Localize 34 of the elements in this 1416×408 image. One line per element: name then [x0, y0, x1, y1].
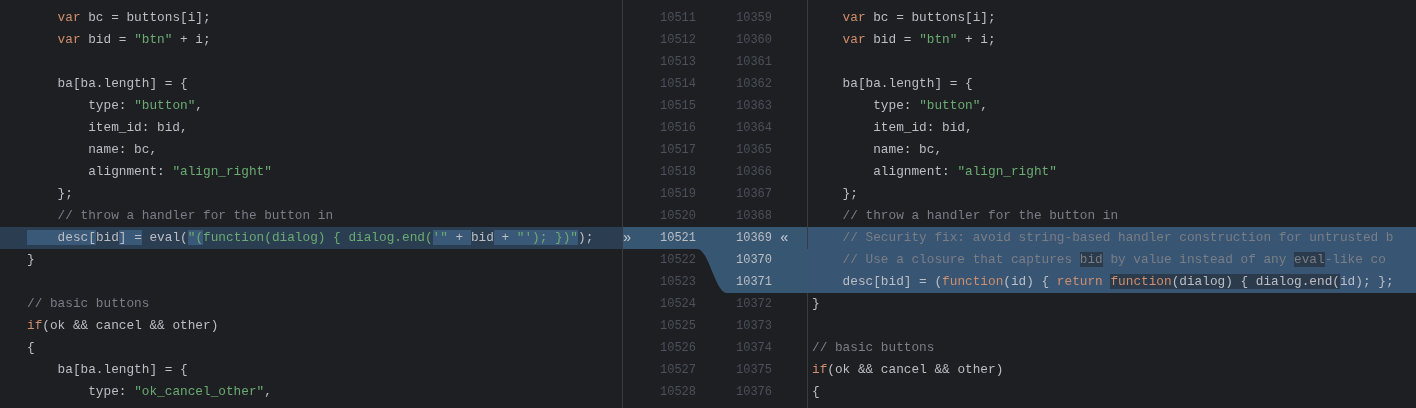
code-line: alignment: "align_right"	[872, 163, 1058, 181]
code-line: ba[ba.length] = {	[56, 75, 189, 93]
code-line: type: "button",	[872, 97, 989, 115]
code-line: name: bc,	[872, 141, 944, 159]
code-line: {	[26, 339, 36, 357]
code-line: };	[56, 185, 74, 203]
apply-right-button[interactable]: «	[780, 230, 789, 246]
code-line: if(ok && cancel && other)	[26, 317, 220, 335]
code-line: // throw a handler for the button in	[56, 207, 335, 225]
code-line: ba[ba.length] = {	[841, 75, 974, 93]
code-line: item_id: bid,	[872, 119, 974, 137]
code-line: ba[ba.length] = {	[56, 361, 189, 379]
code-line: alignment: "align_right"	[87, 163, 273, 181]
code-line: var bc = buttons[i];	[841, 9, 997, 27]
code-line: var bid = "btn" + i;	[841, 31, 997, 49]
code-line: // basic buttons	[811, 339, 936, 357]
code-line: // basic buttons	[26, 295, 151, 313]
line-number: 10369	[736, 231, 773, 245]
code-line: type: "button",	[87, 97, 204, 115]
line-number: 10370	[736, 253, 773, 267]
code-line: }	[811, 295, 821, 313]
apply-left-button[interactable]: »	[623, 230, 636, 246]
code-line: if(ok && cancel && other)	[811, 361, 1005, 379]
line-number: 10371	[736, 275, 773, 289]
code-line: item_id: bid,	[87, 119, 189, 137]
code-line: {	[811, 383, 821, 401]
line-number: 10521	[660, 231, 697, 245]
code-line: };	[841, 185, 859, 203]
code-line: var bid = "btn" + i;	[56, 31, 212, 49]
code-line: // throw a handler for the button in	[841, 207, 1120, 225]
code-line: }	[26, 251, 36, 269]
code-line: name: bc,	[87, 141, 159, 159]
code-line: var bc = buttons[i];	[56, 9, 212, 27]
code-line: type: "ok_cancel_other",	[87, 383, 273, 401]
